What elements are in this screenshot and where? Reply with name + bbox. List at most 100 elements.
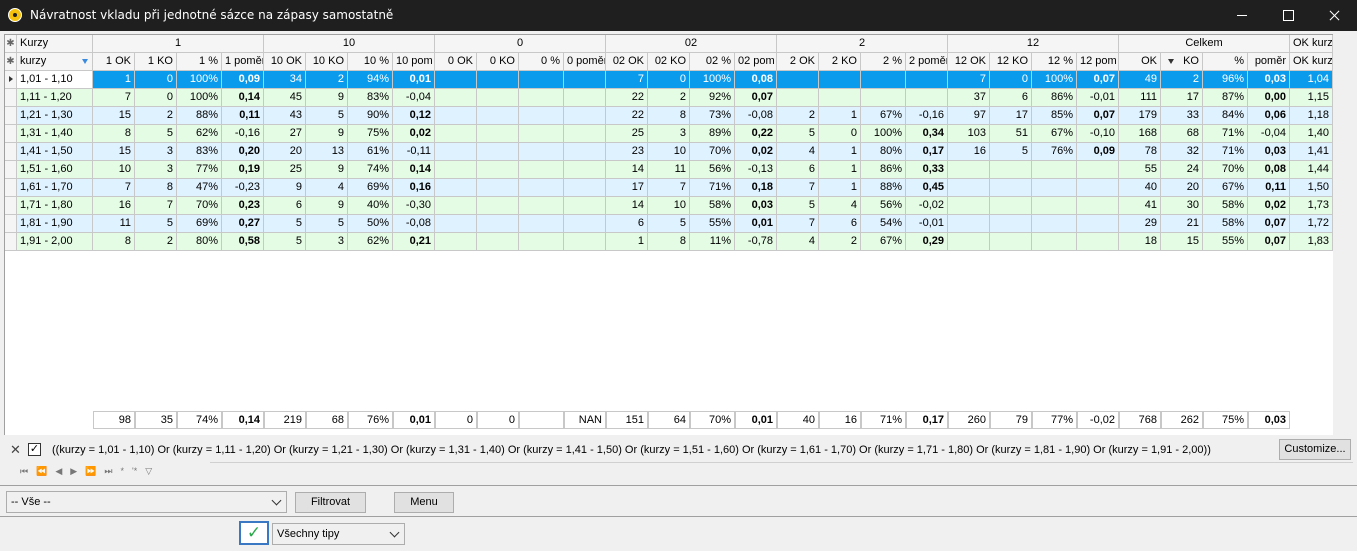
table-cell[interactable]: 15 <box>93 107 135 125</box>
table-cell[interactable] <box>477 89 519 107</box>
row-indicator[interactable] <box>5 125 17 143</box>
table-cell[interactable] <box>948 179 990 197</box>
row-indicator[interactable] <box>5 179 17 197</box>
table-cell[interactable]: 74% <box>348 161 393 179</box>
column-header[interactable]: 0 OK <box>435 53 477 71</box>
table-cell[interactable] <box>948 215 990 233</box>
table-cell[interactable]: 0,17 <box>906 143 948 161</box>
table-cell[interactable]: 77% <box>177 161 222 179</box>
table-cell[interactable]: 70% <box>177 197 222 215</box>
table-cell[interactable]: 58% <box>1203 197 1248 215</box>
table-cell[interactable]: 1,40 <box>1290 125 1333 143</box>
table-cell[interactable]: 55% <box>1203 233 1248 251</box>
table-cell[interactable]: 86% <box>861 161 906 179</box>
table-cell[interactable] <box>477 71 519 89</box>
table-cell[interactable]: 55 <box>1119 161 1161 179</box>
table-cell[interactable]: 0 <box>990 71 1032 89</box>
table-cell[interactable]: 3 <box>135 143 177 161</box>
group-header[interactable]: OK kurz <box>1290 35 1333 53</box>
table-cell[interactable] <box>564 161 606 179</box>
table-cell[interactable]: 1 <box>606 233 648 251</box>
table-cell[interactable] <box>477 233 519 251</box>
table-cell[interactable]: -0,16 <box>906 107 948 125</box>
table-cell[interactable]: 11% <box>690 233 735 251</box>
table-cell[interactable]: 69% <box>348 179 393 197</box>
column-header[interactable]: 2 poměr <box>906 53 948 71</box>
table-cell[interactable]: 7 <box>135 197 177 215</box>
confirm-button[interactable]: ✓ <box>239 521 269 545</box>
table-cell[interactable] <box>519 233 564 251</box>
table-cell[interactable] <box>990 233 1032 251</box>
table-cell[interactable]: 14 <box>606 161 648 179</box>
table-cell[interactable] <box>1032 161 1077 179</box>
table-cell[interactable]: 43 <box>264 107 306 125</box>
table-cell[interactable]: 75% <box>348 125 393 143</box>
table-cell[interactable]: -0,08 <box>735 107 777 125</box>
customize-button[interactable]: Customize... <box>1279 439 1351 460</box>
table-cell[interactable]: 4 <box>819 197 861 215</box>
table-cell[interactable] <box>519 125 564 143</box>
table-cell[interactable]: 20 <box>1161 179 1203 197</box>
table-cell[interactable]: 40 <box>1119 179 1161 197</box>
table-cell[interactable]: 1 <box>819 179 861 197</box>
table-cell[interactable] <box>819 71 861 89</box>
table-cell[interactable]: 0 <box>135 71 177 89</box>
table-cell[interactable]: 0,23 <box>222 197 264 215</box>
table-cell[interactable] <box>477 143 519 161</box>
table-cell[interactable]: 0,08 <box>735 71 777 89</box>
column-header[interactable]: 12 KO <box>990 53 1032 71</box>
table-cell[interactable]: 100% <box>1032 71 1077 89</box>
table-cell[interactable] <box>1077 197 1119 215</box>
table-cell[interactable]: 14 <box>606 197 648 215</box>
table-cell[interactable]: 0,07 <box>735 89 777 107</box>
table-cell[interactable]: 4 <box>306 179 348 197</box>
table-cell[interactable] <box>564 197 606 215</box>
row-label[interactable]: 1,01 - 1,10 <box>17 71 93 89</box>
table-cell[interactable]: 7 <box>777 215 819 233</box>
table-cell[interactable]: 25 <box>606 125 648 143</box>
group-header[interactable]: 10 <box>264 35 435 53</box>
table-cell[interactable]: 0,34 <box>906 125 948 143</box>
table-cell[interactable]: 80% <box>177 233 222 251</box>
table-cell[interactable]: 0,00 <box>1248 89 1290 107</box>
next-page-icon[interactable]: ⏩ <box>85 466 96 477</box>
table-cell[interactable]: 90% <box>348 107 393 125</box>
table-cell[interactable] <box>990 161 1032 179</box>
table-cell[interactable]: 76% <box>1032 143 1077 161</box>
table-cell[interactable] <box>435 197 477 215</box>
table-cell[interactable] <box>564 71 606 89</box>
table-cell[interactable]: 0,16 <box>393 179 435 197</box>
table-cell[interactable] <box>519 143 564 161</box>
table-cell[interactable]: 2 <box>777 107 819 125</box>
column-header[interactable]: 02 OK <box>606 53 648 71</box>
table-cell[interactable]: 45 <box>264 89 306 107</box>
table-cell[interactable]: 5 <box>135 215 177 233</box>
table-cell[interactable] <box>435 143 477 161</box>
table-cell[interactable]: -0,04 <box>393 89 435 107</box>
table-cell[interactable]: 9 <box>264 179 306 197</box>
clear-filter-icon[interactable]: ✕ <box>10 443 21 456</box>
table-cell[interactable]: 32 <box>1161 143 1203 161</box>
row-label[interactable]: 1,31 - 1,40 <box>17 125 93 143</box>
row-label[interactable]: 1,41 - 1,50 <box>17 143 93 161</box>
first-record-icon[interactable]: ⏮ <box>20 466 28 477</box>
table-cell[interactable]: 2 <box>306 71 348 89</box>
table-cell[interactable]: 5 <box>777 197 819 215</box>
table-cell[interactable]: -0,01 <box>1077 89 1119 107</box>
table-cell[interactable] <box>519 107 564 125</box>
category-select[interactable]: -- Vše -- <box>6 491 287 513</box>
table-cell[interactable]: 0,29 <box>906 233 948 251</box>
minimize-button[interactable] <box>1219 0 1265 31</box>
table-cell[interactable]: 8 <box>648 233 690 251</box>
table-cell[interactable]: 0,06 <box>1248 107 1290 125</box>
column-header[interactable]: % <box>1203 53 1248 71</box>
column-header[interactable]: 02 KO <box>648 53 690 71</box>
table-cell[interactable] <box>948 161 990 179</box>
table-cell[interactable]: 84% <box>1203 107 1248 125</box>
table-cell[interactable]: 0,20 <box>222 143 264 161</box>
table-cell[interactable]: 69% <box>177 215 222 233</box>
table-cell[interactable]: 67% <box>1203 179 1248 197</box>
table-cell[interactable]: 3 <box>306 233 348 251</box>
table-cell[interactable] <box>1032 215 1077 233</box>
table-cell[interactable]: 17 <box>606 179 648 197</box>
